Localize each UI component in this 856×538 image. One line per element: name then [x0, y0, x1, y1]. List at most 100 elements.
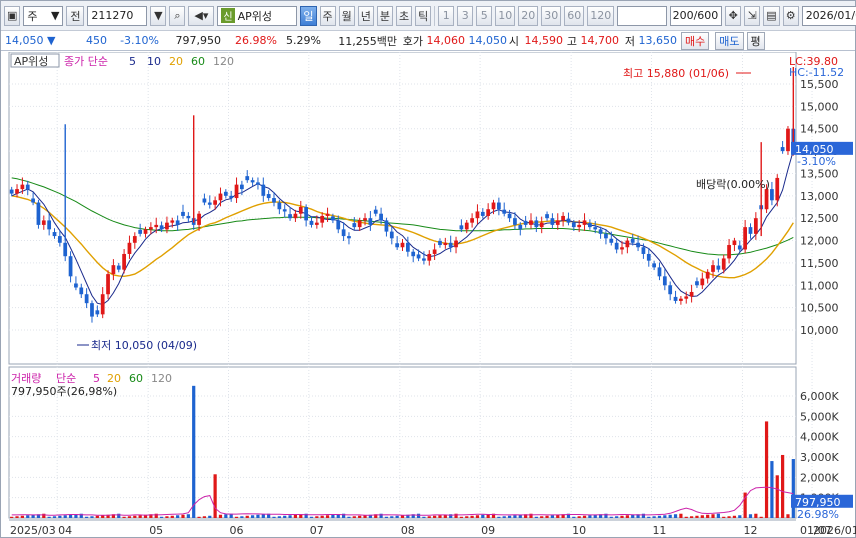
- volume-bar: [786, 514, 790, 518]
- volume-bar: [47, 516, 51, 518]
- candle-body: [175, 220, 180, 225]
- volume-bar: [663, 515, 667, 518]
- volume-bar: [722, 516, 726, 518]
- quote-bar: 14,050 ▼ 450 -3.10% 797,950 26.98% 5.29%…: [1, 31, 855, 51]
- volume-bar: [775, 475, 779, 518]
- count-field[interactable]: 200/600: [670, 5, 723, 26]
- code-dropdown-icon[interactable]: ▼: [150, 5, 167, 26]
- period-second[interactable]: 초: [396, 5, 413, 26]
- search-icon[interactable]: ⌕: [169, 5, 186, 26]
- candle-body: [331, 216, 335, 221]
- legend-vol-ma-label: 단순: [56, 372, 76, 385]
- candle-body: [304, 207, 309, 221]
- volume-bar: [652, 516, 656, 518]
- candle-body: [529, 220, 533, 225]
- candle-body: [20, 184, 25, 190]
- volume-bar: [759, 516, 763, 518]
- volume-bar: [42, 513, 46, 518]
- mode-button[interactable]: 전: [66, 5, 85, 26]
- current-price: 14,050 ▼: [5, 34, 56, 47]
- candle-body: [9, 189, 14, 194]
- volume-bar: [459, 516, 463, 518]
- dividend-label: 배당락(0.00%): [696, 178, 770, 191]
- current-volume-pct: 26.98%: [797, 508, 839, 521]
- period-minute[interactable]: 분: [376, 5, 394, 26]
- average-button[interactable]: 평: [746, 31, 765, 50]
- volume-bar: [58, 515, 62, 518]
- candle-body: [721, 258, 726, 270]
- zoom-icon[interactable]: ⇲: [744, 5, 761, 26]
- date-field[interactable]: 2026/01/07: [801, 5, 856, 26]
- chart-window: ▣ 주 ▼ 전 211270 ▼ ⌕ ◀▾ 신 AP위성 일 주 월 년 분 초 틱…: [0, 0, 856, 538]
- sell-button[interactable]: 매도: [715, 31, 744, 50]
- candle-body: [63, 242, 68, 257]
- candle-body: [143, 229, 148, 234]
- volume-bar: [689, 516, 694, 518]
- crosshair-icon[interactable]: ✥: [725, 5, 742, 26]
- candle-body: [165, 222, 169, 230]
- custom-interval-input[interactable]: [617, 5, 668, 26]
- y-tick-label: 12,000: [800, 235, 839, 248]
- candle-body: [652, 263, 656, 268]
- volume-bar: [540, 516, 544, 518]
- candle-body: [90, 303, 94, 317]
- candle-body: [577, 224, 582, 228]
- interval-10[interactable]: 10: [495, 5, 516, 26]
- buy-button[interactable]: 매수: [681, 31, 710, 50]
- candle-body: [620, 247, 624, 250]
- save-icon[interactable]: ▤: [763, 5, 780, 26]
- candle-body: [389, 231, 394, 239]
- high-price: 14,700: [580, 34, 620, 47]
- interval-3[interactable]: 3: [457, 5, 474, 26]
- period-tick[interactable]: 틱: [415, 5, 432, 26]
- volume-bar: [684, 516, 688, 518]
- interval-5[interactable]: 5: [476, 5, 493, 26]
- period-week[interactable]: 주: [319, 5, 336, 26]
- interval-30[interactable]: 30: [541, 5, 562, 26]
- volume-bar: [256, 514, 260, 518]
- candle-body: [539, 222, 544, 228]
- volume-bar: [159, 516, 164, 518]
- window-menu-icon[interactable]: ▣: [4, 5, 21, 26]
- interval-20[interactable]: 20: [518, 5, 539, 26]
- stock-code-input[interactable]: 211270: [87, 5, 148, 26]
- chart-type-select[interactable]: 주 ▼: [23, 5, 64, 26]
- trade-amount: 11,255백만: [338, 34, 397, 48]
- candlestick-chart[interactable]: 10,000 10,500 11,000 11,500 12,000 12,500 13,0…: [1, 52, 856, 538]
- hc-label: HC:-11.52: [789, 66, 844, 79]
- candle-body: [95, 310, 100, 315]
- volume-bar: [427, 516, 431, 518]
- y-tick-label: 13,500: [800, 167, 839, 180]
- volume-bar: [781, 454, 785, 518]
- down-arrow-icon: ▼: [43, 34, 56, 47]
- interval-60[interactable]: 60: [564, 5, 585, 26]
- volume-bar: [352, 516, 356, 518]
- period-month[interactable]: 월: [338, 5, 355, 26]
- candle-body: [197, 213, 201, 225]
- y-tick-label: 15,000: [800, 100, 839, 113]
- volume-bar: [192, 385, 196, 518]
- candle-body: [36, 202, 41, 225]
- candle-body: [470, 218, 474, 223]
- gear-icon[interactable]: ⚙: [782, 5, 799, 26]
- candle-body: [657, 267, 662, 277]
- candle-body: [138, 229, 143, 234]
- candle-body: [282, 209, 287, 212]
- period-day[interactable]: 일: [300, 5, 317, 26]
- interval-1[interactable]: 1: [438, 5, 455, 26]
- y-tick-label: 12,500: [800, 212, 839, 225]
- x-tick-label: 05: [149, 524, 163, 537]
- volume-bar: [331, 514, 335, 518]
- candle-body: [384, 220, 389, 232]
- volume-bar: [433, 515, 437, 518]
- volume-bar: [416, 513, 421, 518]
- speaker-icon[interactable]: ◀▾: [188, 5, 215, 26]
- x-tick-label: 04: [58, 524, 72, 537]
- turnover-pct: 5.29%: [286, 34, 321, 47]
- volume-bar: [668, 514, 672, 518]
- period-year[interactable]: 년: [357, 5, 374, 26]
- interval-120[interactable]: 120: [587, 5, 615, 26]
- y-tick-label: 10,500: [800, 302, 839, 315]
- candle-body: [464, 222, 469, 230]
- volume-pct: 26.98%: [235, 34, 277, 47]
